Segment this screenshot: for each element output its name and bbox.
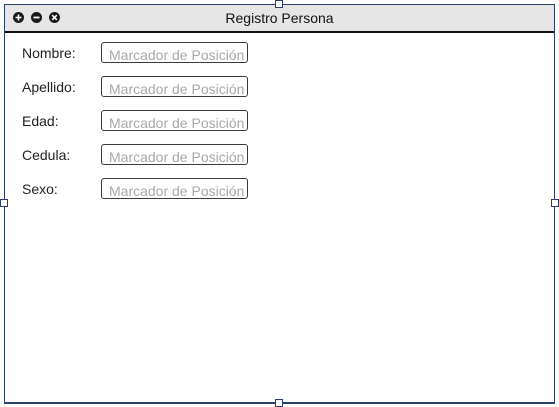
cedula-input[interactable] (101, 144, 248, 165)
resize-handle-left[interactable] (0, 199, 8, 207)
form-row-sexo: Sexo: (5, 178, 305, 205)
edad-label: Edad: (22, 113, 59, 129)
window-title: Registro Persona (225, 10, 334, 26)
nombre-label: Nombre: (22, 45, 76, 61)
resize-handle-bottom[interactable] (275, 399, 283, 407)
form-row-edad: Edad: (5, 110, 305, 137)
resize-handle-right[interactable] (551, 199, 559, 207)
design-canvas: Registro Persona Nombre: Apellido: Edad:… (0, 0, 559, 407)
registro-persona-window: Registro Persona Nombre: Apellido: Edad:… (4, 4, 555, 404)
edad-input[interactable] (101, 110, 248, 131)
form-row-nombre: Nombre: (5, 42, 305, 69)
form-row-apellido: Apellido: (5, 76, 305, 103)
cedula-label: Cedula: (22, 147, 71, 163)
title-bar[interactable]: Registro Persona (5, 5, 554, 33)
apellido-label: Apellido: (22, 79, 76, 95)
sexo-label: Sexo: (22, 181, 58, 197)
apellido-input[interactable] (101, 76, 248, 97)
resize-handle-top[interactable] (275, 0, 283, 8)
nombre-input[interactable] (101, 42, 248, 63)
form-row-cedula: Cedula: (5, 144, 305, 171)
sexo-input[interactable] (101, 178, 248, 199)
